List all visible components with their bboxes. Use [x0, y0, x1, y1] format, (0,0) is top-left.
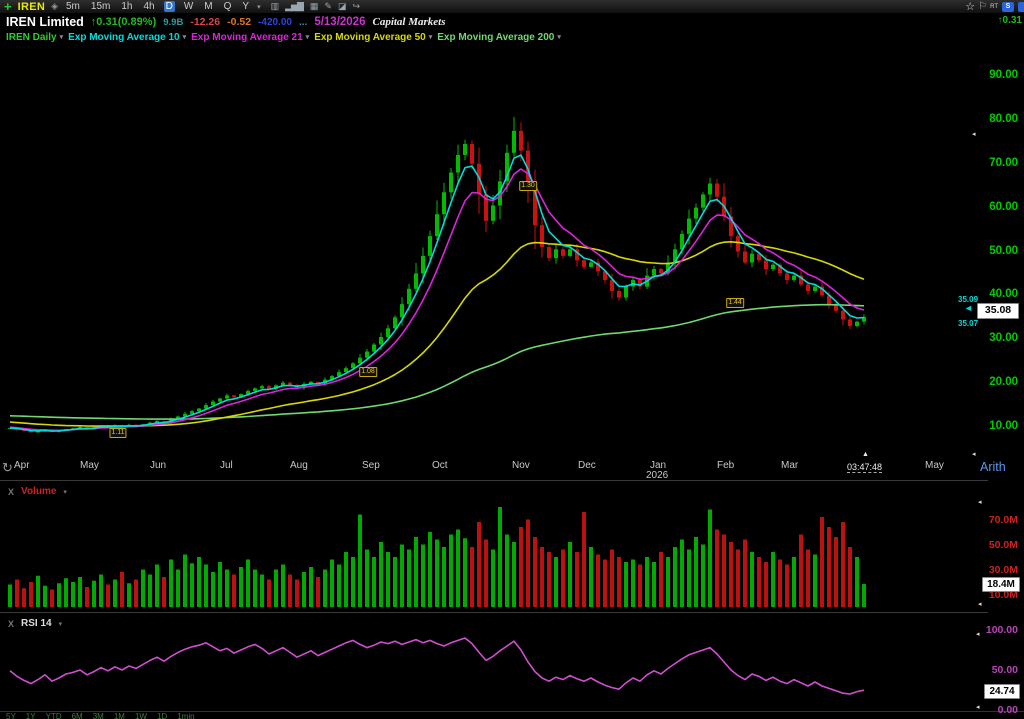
range-preset-3m[interactable]: 3M [93, 712, 104, 719]
symbol-menu-icon[interactable]: ◈ [51, 1, 58, 12]
volume-dropdown-icon[interactable]: ▾ [63, 488, 67, 496]
rsi-pane-title[interactable]: RSI 14 [21, 618, 52, 629]
indicator-dropdown-icon[interactable]: ▾ [557, 33, 561, 41]
share-icon[interactable]: ↪ [352, 1, 359, 12]
rsi-pane-header: X RSI 14 ▾ [8, 618, 62, 629]
change-mini-right: ↑0.31 [998, 15, 1022, 26]
range-preset-ytd[interactable]: YTD [46, 712, 62, 719]
exchange-label: Capital Markets [372, 16, 445, 28]
timeframe-button-q[interactable]: Q [222, 1, 234, 12]
indicator-item-4[interactable]: Exp Moving Average 200▾ [437, 32, 561, 43]
range-preset-6m[interactable]: 6M [72, 712, 83, 719]
flag-icon[interactable]: ⚐ [978, 1, 986, 12]
draw-pencil-icon[interactable]: ✎ [324, 1, 331, 12]
price-chart-canvas[interactable] [0, 44, 1024, 481]
last-price-tag: 35.08 [977, 303, 1019, 319]
rsi-close-button[interactable]: X [8, 619, 14, 629]
indicator-legend-row: IREN Daily▾Exp Moving Average 10▾Exp Mov… [0, 30, 1024, 44]
pan-reset-icon[interactable]: ↻ [2, 460, 13, 476]
rsi-dropdown-icon[interactable]: ▾ [59, 620, 63, 628]
add-symbol-button[interactable]: + [4, 2, 12, 12]
favorite-star-icon[interactable]: ☆ [965, 0, 974, 13]
timeframe-button-y[interactable]: Y [240, 1, 251, 12]
indicator-label: Exp Moving Average 10 [68, 32, 180, 43]
timeframe-group: 5m 15m 1h 4h DWMQY [64, 1, 251, 12]
indicator-dropdown-icon[interactable]: ▾ [183, 33, 187, 41]
timeframe-button-5m[interactable]: 5m [64, 1, 82, 12]
trading-platform-window: + IREN ◈ 5m 15m 1h 4h DWMQY ▾ ▥ ▂▅▇ ▦ ✎ ◪ ↪ ☆ ⚐ R… [0, 0, 1024, 719]
scale-type-label[interactable]: Arith [980, 460, 1006, 474]
symbol-label[interactable]: IREN [18, 1, 45, 13]
stat-eps: -12.26 [190, 16, 220, 28]
range-preset-1w[interactable]: 1W [135, 712, 147, 719]
price-change: ↑0.31(0.89%) [91, 16, 156, 28]
volume-chart-canvas[interactable] [0, 481, 1024, 612]
chart-volume-divider [0, 480, 988, 481]
grid-add-icon[interactable]: ▦ [310, 1, 318, 12]
candle-chart-icon[interactable]: ▥ [271, 1, 279, 12]
indicator-label: Exp Moving Average 21 [191, 32, 303, 43]
timeframe-button-4h[interactable]: 4h [141, 1, 156, 12]
stat-ellipsis: ... [299, 17, 307, 28]
indicator-item-1[interactable]: Exp Moving Average 10▾ [68, 32, 186, 43]
current-bar-marker-icon: ▲ [862, 451, 869, 458]
bid-price-tag: 35.07 [958, 319, 978, 328]
range-preset-1d[interactable]: 1D [157, 712, 167, 719]
timeframe-button-m[interactable]: M [202, 1, 214, 12]
range-preset-1y[interactable]: 1Y [26, 712, 36, 719]
bar-chart-icon[interactable]: ▂▅▇ [285, 1, 303, 12]
clipped-badge-icon [1018, 2, 1024, 12]
realtime-indicator: RT [990, 4, 998, 10]
volume-pane-title[interactable]: Volume [21, 486, 56, 497]
notes-icon[interactable]: ◪ [338, 1, 346, 12]
range-preset-bar: 5Y 1Y YTD 6M 3M 1M 1W 1D 1min [6, 712, 195, 719]
last-volume-tag: 18.4M [982, 577, 1020, 592]
indicator-item-2[interactable]: Exp Moving Average 21▾ [191, 32, 309, 43]
toolbar-icon-group: ▥ ▂▅▇ ▦ ✎ ◪ ↪ [271, 1, 359, 12]
indicator-label: IREN Daily [6, 32, 57, 43]
company-name: IREN Limited [6, 15, 84, 29]
streaming-badge[interactable]: S [1002, 2, 1014, 12]
stat-tertiary: -420.00 [258, 17, 292, 28]
timeframe-dropdown-icon[interactable]: ▾ [257, 3, 261, 11]
indicator-label: Exp Moving Average 200 [437, 32, 554, 43]
indicator-label: Exp Moving Average 50 [314, 32, 426, 43]
stat-secondary: -0.52 [227, 16, 251, 28]
indicator-item-3[interactable]: Exp Moving Average 50▾ [314, 32, 432, 43]
indicator-item-0[interactable]: IREN Daily▾ [6, 32, 63, 43]
timeframe-button-w[interactable]: W [182, 1, 195, 12]
market-cap: 9.9B [163, 17, 183, 28]
range-preset-1min[interactable]: 1min [177, 712, 194, 719]
earnings-date: 5/13/2026 [314, 16, 365, 28]
bar-countdown-timer: 03:47:48 [847, 462, 882, 473]
indicator-dropdown-icon[interactable]: ▾ [429, 33, 433, 41]
last-price-pointer-icon: ◄ [964, 303, 973, 313]
volume-rsi-divider [0, 612, 988, 613]
volume-pane-header: X Volume ▾ [8, 486, 67, 497]
timeframe-button-1h[interactable]: 1h [119, 1, 134, 12]
quote-info-row: IREN Limited ↑0.31(0.89%) 9.9B -12.26 -0… [0, 14, 1024, 30]
range-preset-1m[interactable]: 1M [114, 712, 125, 719]
volume-close-button[interactable]: X [8, 487, 14, 497]
top-toolbar: + IREN ◈ 5m 15m 1h 4h DWMQY ▾ ▥ ▂▅▇ ▦ ✎ ◪ ↪ ☆ ⚐ R… [0, 0, 1024, 14]
last-rsi-tag: 24.74 [984, 684, 1020, 699]
timeframe-button-d[interactable]: D [164, 1, 175, 12]
indicator-dropdown-icon[interactable]: ▾ [60, 33, 64, 41]
indicator-dropdown-icon[interactable]: ▾ [306, 33, 310, 41]
rsi-chart-canvas[interactable] [0, 612, 1024, 712]
timeframe-button-15m[interactable]: 15m [89, 1, 112, 12]
range-preset-5y[interactable]: 5Y [6, 712, 16, 719]
